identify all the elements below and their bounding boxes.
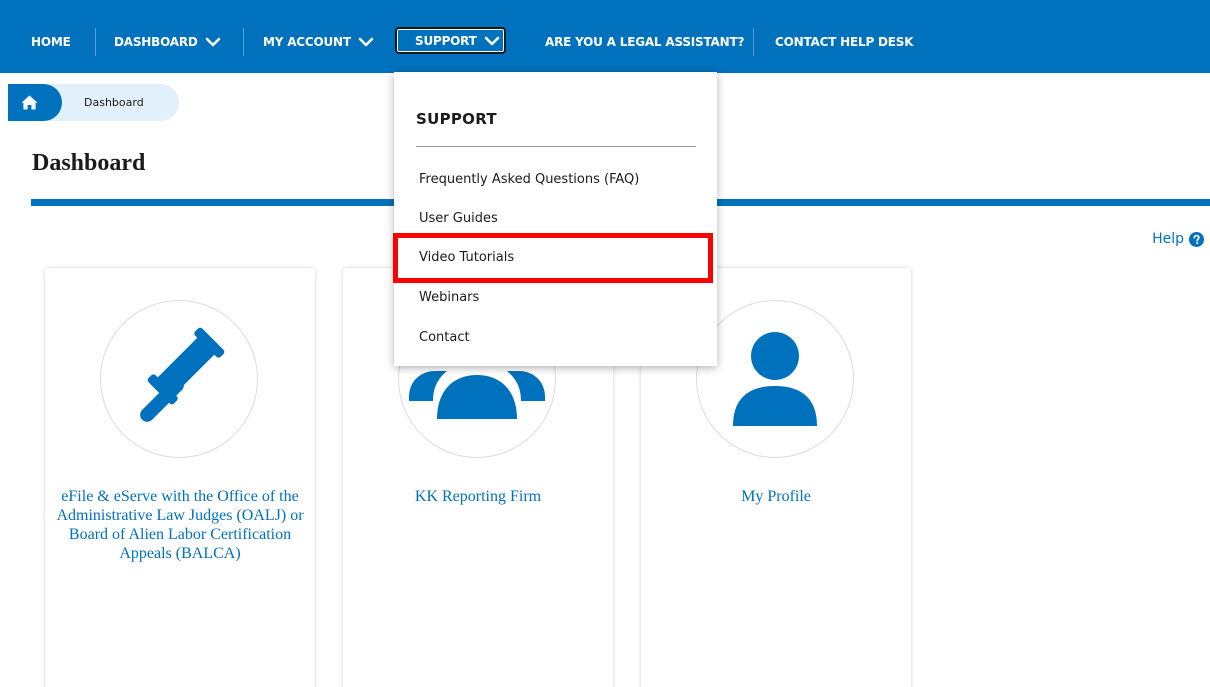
nav-divider: [95, 28, 96, 56]
nav-dashboard-menu[interactable]: DASHBOARD: [114, 27, 221, 57]
nav-divider: [753, 28, 754, 56]
chevron-down-icon: [358, 37, 374, 47]
page-title: Dashboard: [32, 150, 146, 176]
menu-item-contact[interactable]: Contact: [419, 330, 470, 345]
menu-item-video-tutorials[interactable]: Video Tutorials: [419, 250, 514, 265]
card-my-profile-label: My Profile: [741, 488, 811, 505]
nav-legal-assistant-link[interactable]: ARE YOU A LEGAL ASSISTANT?: [545, 27, 744, 57]
support-dropdown-menu: SUPPORT Frequently Asked Questions (FAQ)…: [394, 72, 717, 366]
support-menu-divider: [416, 146, 696, 147]
card-efile-label: eFile & eServe with the Office of the Ad…: [56, 488, 304, 562]
nav-my-account-menu[interactable]: MY ACCOUNT: [263, 27, 374, 57]
chevron-down-icon: [205, 37, 220, 47]
nav-contact-help-desk-label: CONTACT HELP DESK: [775, 35, 914, 49]
nav-my-account-label: MY ACCOUNT: [263, 35, 351, 49]
chevron-down-icon: [484, 36, 499, 45]
nav-contact-help-desk-link[interactable]: CONTACT HELP DESK: [775, 27, 914, 57]
breadcrumb-home-button[interactable]: [8, 84, 62, 121]
menu-item-faq[interactable]: Frequently Asked Questions (FAQ): [419, 172, 639, 187]
card-reporting-firm-label: KK Reporting Firm: [414, 488, 542, 505]
gavel-icon: [140, 327, 225, 422]
breadcrumb-current: Dashboard: [84, 96, 144, 109]
card-icon-circle: [696, 300, 854, 458]
menu-item-user-guides[interactable]: User Guides: [419, 211, 498, 226]
nav-dashboard-label: DASHBOARD: [114, 35, 198, 49]
user-icon: [733, 332, 817, 426]
nav-home-link[interactable]: HOME: [31, 27, 71, 57]
menu-item-webinars[interactable]: Webinars: [419, 290, 479, 305]
nav-support-menu[interactable]: SUPPORT: [395, 27, 506, 54]
nav-home-label: HOME: [31, 35, 71, 49]
card-icon-circle: [100, 300, 258, 458]
help-link[interactable]: Help: [1152, 231, 1204, 247]
home-icon: [21, 95, 38, 110]
card-efile[interactable]: eFile & eServe with the Office of the Ad…: [45, 268, 315, 687]
nav-support-label: SUPPORT: [415, 33, 477, 48]
nav-legal-assistant-label: ARE YOU A LEGAL ASSISTANT?: [545, 35, 745, 49]
question-circle-icon: [1189, 231, 1204, 247]
help-label: Help: [1152, 231, 1184, 247]
nav-divider: [243, 28, 244, 56]
support-menu-heading: SUPPORT: [416, 110, 497, 128]
top-nav-bar: HOME DASHBOARD MY ACCOUNT SUPPORT ARE YO…: [0, 0, 1210, 73]
